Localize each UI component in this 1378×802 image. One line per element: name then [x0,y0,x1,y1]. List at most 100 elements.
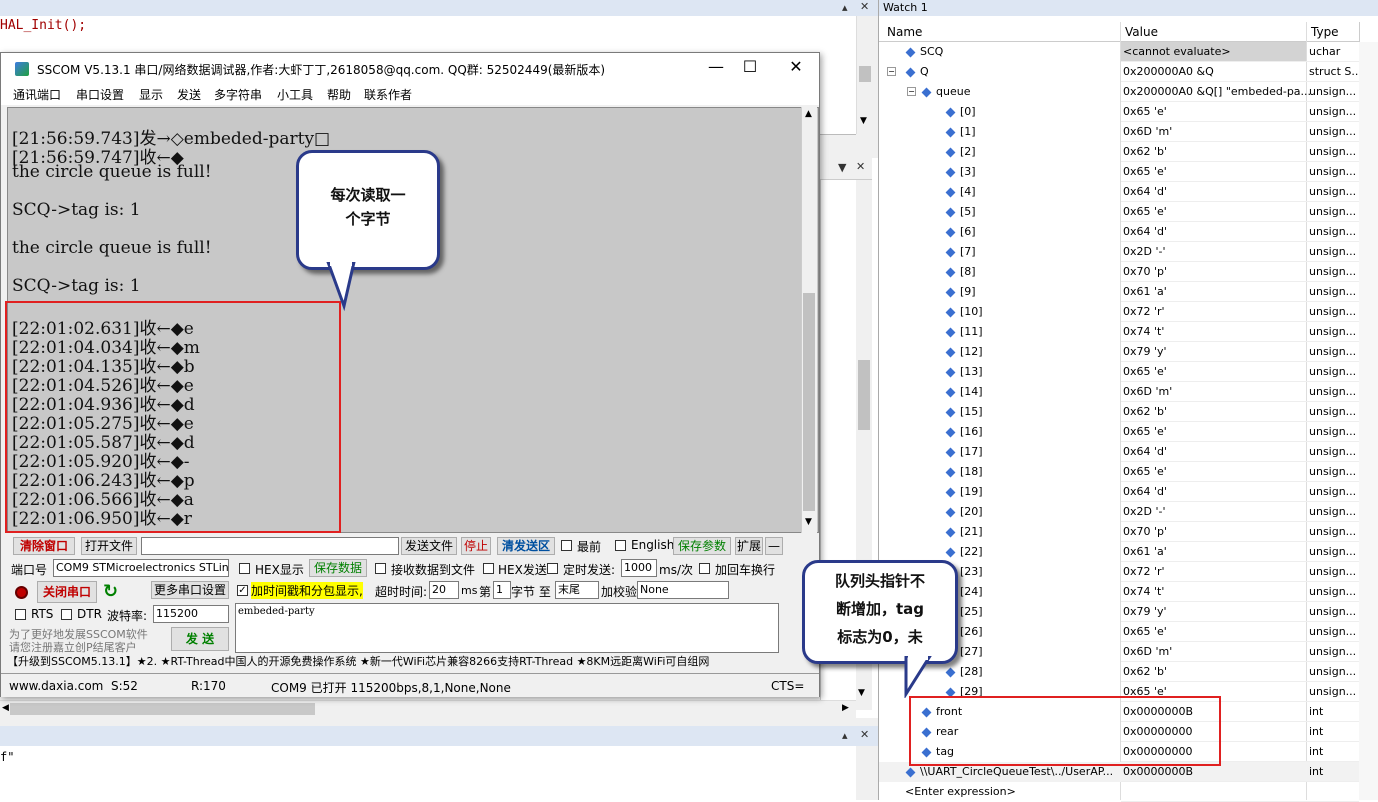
pin-icon[interactable]: ▴ [842,729,848,742]
save-data-button[interactable]: 保存数据 [309,559,367,577]
checksum-select[interactable]: None [637,581,729,599]
editor-scrollbar[interactable]: ▼ [856,16,872,134]
watch-value[interactable]: 0x65 'e' [1123,625,1167,638]
menu-item[interactable]: 帮助 [327,86,351,103]
watch-row[interactable]: [1] 0x6D 'm' unsign... [879,122,1359,142]
watch-row[interactable]: queue − 0x200000A0 &Q[] "embeded-pa... unsi… [879,82,1359,102]
crlf-checkbox[interactable] [699,563,710,574]
watch-value[interactable]: 0x200000A0 &Q[] "embeded-pa... [1123,85,1311,98]
hex-send-checkbox[interactable] [483,563,494,574]
watch-row[interactable]: Q − 0x200000A0 &Q struct S... [879,62,1362,82]
watch-value[interactable]: 0x2D '-' [1123,505,1166,518]
byte-index-input[interactable]: 1 [493,581,511,599]
watch-row[interactable]: [4] 0x64 'd' unsign... [879,182,1359,202]
watch-row[interactable]: [20] 0x2D '-' unsign... [879,502,1359,522]
watch-value[interactable]: 0x200000A0 &Q [1123,65,1214,78]
scrollbar-thumb[interactable] [858,360,870,430]
window-titlebar[interactable]: SSCOM V5.13.1 串口/网络数据调试器,作者:大虾丁丁,2618058… [1,53,819,83]
watch-row[interactable]: <Enter expression> [879,782,1359,802]
close-icon[interactable]: ✕ [860,0,869,13]
save-params-button[interactable]: 保存参数 [673,537,731,555]
watch-value[interactable]: 0x74 't' [1123,325,1164,338]
column-name[interactable]: Name [887,25,922,39]
watch-value[interactable]: 0x64 'd' [1123,485,1167,498]
scrollbar-thumb[interactable] [10,703,315,715]
watch-value[interactable]: 0x64 'd' [1123,445,1167,458]
refresh-icon[interactable]: ↻ [103,581,118,602]
english-checkbox[interactable] [615,540,626,551]
interval-input[interactable]: 1000 [621,559,657,577]
watch-value[interactable]: 0x79 'y' [1123,605,1167,618]
watch-value[interactable]: 0x72 'r' [1123,565,1165,578]
watch-row[interactable]: [15] 0x62 'b' unsign... [879,402,1359,422]
scrollbar-thumb[interactable] [803,293,815,511]
watch-value[interactable]: 0x61 'a' [1123,545,1167,558]
watch-value[interactable]: 0x61 'a' [1123,285,1167,298]
watch-row[interactable]: SCQ <cannot evaluate> uchar [879,42,1359,62]
watch-row[interactable]: [3] 0x65 'e' unsign... [879,162,1359,182]
watch-value[interactable]: 0x70 'p' [1123,265,1167,278]
topmost-checkbox[interactable] [561,540,572,551]
watch-row[interactable]: [18] 0x65 'e' unsign... [879,462,1359,482]
watch-row[interactable]: [5] 0x65 'e' unsign... [879,202,1359,222]
stop-button[interactable]: 停止 [461,537,491,555]
tail-select[interactable]: 末尾 [555,581,599,599]
menu-item[interactable]: 通讯端口 [13,86,61,103]
expand-button[interactable]: 扩展 [735,537,763,555]
clear-window-button[interactable]: 清除窗口 [13,537,75,555]
ad-ticker[interactable]: 【升级到SSCOM5.13.1】★2. ★RT-Thread中国人的开源免费操作… [7,653,817,671]
watch-row[interactable]: [14] 0x6D 'm' unsign... [879,382,1359,402]
chevron-left-icon[interactable]: ◀ [2,703,9,713]
watch-value[interactable]: 0x65 'e' [1123,105,1167,118]
watch-row[interactable]: [10] 0x72 'r' unsign... [879,302,1359,322]
watch-value[interactable]: 0x65 'e' [1123,205,1167,218]
watch-value[interactable]: 0x70 'p' [1123,525,1167,538]
output-scrollbar[interactable] [856,746,872,800]
send-file-button[interactable]: 发送文件 [401,537,457,555]
watch-row[interactable]: [11] 0x74 't' unsign... [879,322,1359,342]
recv-to-file-checkbox[interactable] [375,563,386,574]
watch-row[interactable]: [13] 0x65 'e' unsign... [879,362,1359,382]
watch-row[interactable]: [9] 0x61 'a' unsign... [879,282,1359,302]
pin-icon[interactable]: ▴ [842,1,848,14]
watch-value[interactable]: 0x62 'b' [1123,405,1167,418]
status-url[interactable]: www.daxia.com [9,679,103,693]
timed-send-checkbox[interactable] [547,563,558,574]
hex-display-checkbox[interactable] [239,563,250,574]
maximize-button[interactable]: ☐ [735,57,765,76]
more-settings-button[interactable]: 更多串口设置 [151,581,229,599]
clear-send-button[interactable]: 清发送区 [497,537,555,555]
watch-value[interactable]: 0x0000000B [1123,765,1193,778]
file-path-input[interactable] [141,537,399,555]
menu-item[interactable]: 发送 [177,86,201,103]
recv-to-file-label[interactable]: 接收数据到文件 [391,561,475,578]
watch-value[interactable]: 0x62 'b' [1123,665,1167,678]
watch-value[interactable]: <cannot evaluate> [1123,45,1231,58]
watch-row[interactable]: [12] 0x79 'y' unsign... [879,342,1359,362]
watch-value[interactable]: 0x64 'd' [1123,225,1167,238]
watch-value[interactable]: 0x65 'e' [1123,165,1167,178]
watch-row[interactable]: [0] 0x65 'e' unsign... [879,102,1359,122]
watch-value[interactable]: 0x64 'd' [1123,185,1167,198]
rts-checkbox[interactable] [15,609,26,620]
port-select[interactable]: COM9 STMicroelectronics STLink [53,559,229,577]
watch-scrollbar[interactable] [1359,42,1378,800]
minimize-button[interactable]: — [701,57,731,76]
watch-value[interactable]: 0x72 'r' [1123,305,1165,318]
chevron-down-icon[interactable]: ▼ [805,517,812,527]
watch-row[interactable]: [2] 0x62 'b' unsign... [879,142,1359,162]
close-icon[interactable]: ✕ [860,728,869,741]
watch-row[interactable]: [28] 0x62 'b' unsign... [879,662,1359,682]
watch-row[interactable]: [7] 0x2D '-' unsign... [879,242,1359,262]
column-value[interactable]: Value [1125,25,1158,39]
watch-value[interactable]: 0x6D 'm' [1123,645,1172,658]
watch-row[interactable]: [22] 0x61 'a' unsign... [879,542,1359,562]
collapse-icon[interactable]: − [907,87,916,96]
send-text-input[interactable]: embeded-party [235,603,779,653]
watch-row[interactable]: [21] 0x70 'p' unsign... [879,522,1359,542]
watch-value[interactable]: 0x65 'e' [1123,425,1167,438]
timeout-input[interactable]: 20 [429,581,459,599]
chevron-down-icon[interactable]: ▼ [858,688,865,698]
watch-value[interactable]: 0x65 'e' [1123,465,1167,478]
watch-value[interactable]: 0x74 't' [1123,585,1164,598]
